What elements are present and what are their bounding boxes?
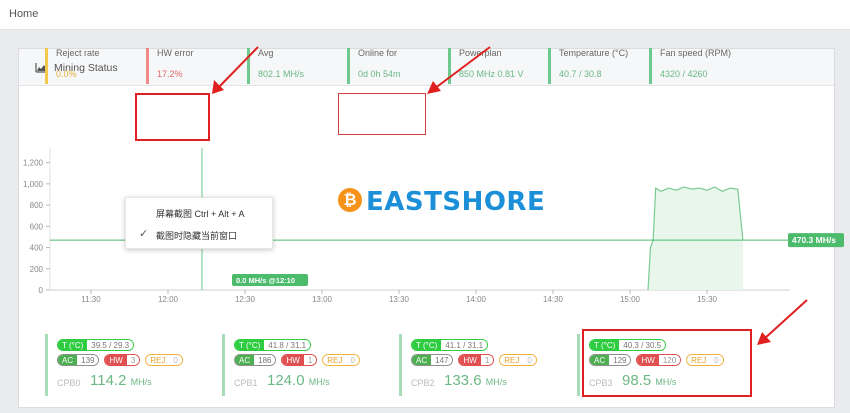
x-tick-label: 14:30 [543, 295, 564, 304]
board-card-cpb2: T (°C) 41.1 / 31.1 AC 147 HW 1 REJ 0 CPB2 133.… [399, 334, 564, 396]
rej-pill: REJ 0 [499, 354, 537, 366]
ac-pill: AC 139 [57, 354, 100, 366]
reference-label: 470.3 MH/s [788, 233, 844, 248]
x-tick-label: 13:30 [389, 295, 410, 304]
y-tick-label: 1,000 [23, 180, 44, 189]
rej-pill: REJ 0 [322, 354, 360, 366]
y-tick-label: 600 [30, 222, 44, 231]
temp-pill: T (°C) 41.1 / 31.1 [411, 339, 489, 351]
board-name: CPB2 [411, 378, 435, 388]
board-hashrate: 114.2 MH/s [90, 372, 152, 389]
hw-pill: HW 3 [104, 354, 141, 366]
temp-pill: T (°C) 39.5 / 29.3 [57, 339, 135, 351]
x-tick-label: 15:30 [697, 295, 718, 304]
hw-pill: HW 1 [281, 354, 318, 366]
x-tick-label: 11:30 [81, 295, 101, 304]
context-menu-item-hide-window[interactable]: 截图时隐藏当前窗口 [156, 229, 237, 242]
temp-pill: T (°C) 41.8 / 31.1 [234, 339, 312, 351]
x-tick-label: 14:00 [466, 295, 487, 304]
check-icon: ✓ [139, 228, 149, 240]
board-name: CPB0 [57, 378, 81, 388]
x-tick-label: 12:00 [158, 295, 179, 304]
board-card-cpb1: T (°C) 41.8 / 31.1 AC 186 HW 1 REJ 0 CPB1 124.… [222, 334, 387, 396]
bitcoin-icon: ₿ [338, 188, 362, 212]
board-hashrate: 124.0 MH/s [267, 372, 330, 389]
board-name: CPB1 [234, 378, 258, 388]
x-tick-label: 15:00 [620, 295, 641, 304]
highlight-cpb3 [582, 329, 752, 397]
svg-text:470.3 MH/s: 470.3 MH/s [792, 235, 836, 245]
hw-pill: HW 1 [458, 354, 495, 366]
hashrate-area [648, 187, 743, 290]
context-menu: 屏幕截图 Ctrl + Alt + A ✓ 截图时隐藏当前窗口 [125, 197, 273, 249]
ac-pill: AC 147 [411, 354, 454, 366]
y-tick-label: 0 [39, 286, 44, 295]
y-tick-label: 400 [30, 244, 44, 253]
x-tick-label: 12:30 [235, 295, 256, 304]
y-tick-label: 200 [30, 265, 44, 274]
context-menu-item-screenshot[interactable]: 屏幕截图 Ctrl + Alt + A [156, 207, 245, 220]
rej-pill: REJ 0 [145, 354, 183, 366]
brand-name: EASTSHORE [366, 187, 546, 217]
y-tick-label: 1,200 [23, 159, 44, 168]
svg-text:0.0 MH/s @12:10: 0.0 MH/s @12:10 [236, 276, 295, 285]
x-tick-label: 13:00 [312, 295, 333, 304]
board-card-cpb0: T (°C) 39.5 / 29.3 AC 139 HW 3 REJ 0 CPB0 114.… [45, 334, 210, 396]
board-hashrate: 133.6 MH/s [444, 372, 507, 389]
crosshair-label: 0.0 MH/s @12:10 [232, 274, 308, 286]
y-tick-label: 800 [30, 201, 44, 210]
ac-pill: AC 186 [234, 354, 277, 366]
